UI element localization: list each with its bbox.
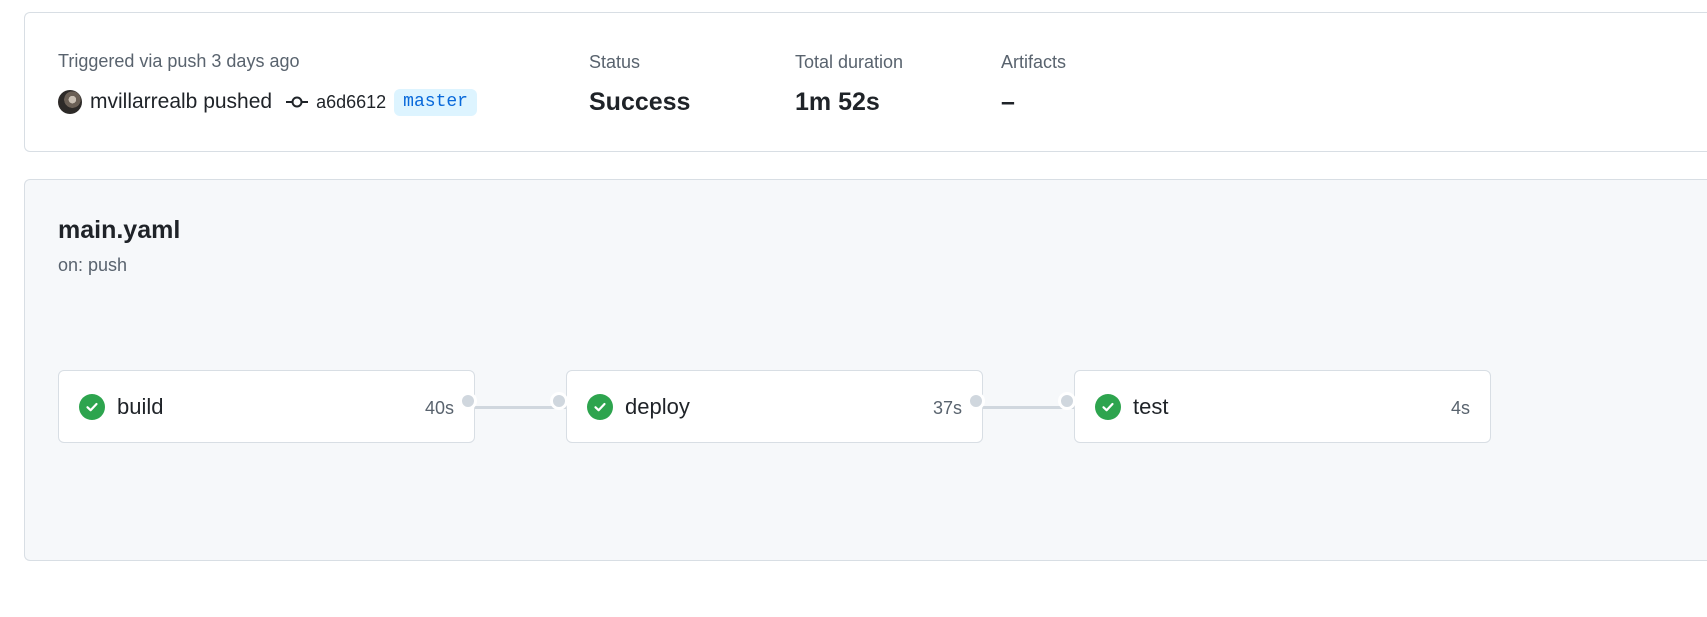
duration-value: 1m 52s [795, 88, 880, 116]
artifacts-value: – [1001, 88, 1015, 116]
workflow-trigger: on: push [58, 255, 128, 275]
duration-section: Total duration 1m 52s [795, 51, 903, 117]
artifacts-label: Artifacts [1001, 52, 1067, 72]
duration-label: Total duration [795, 52, 904, 72]
check-circle-icon [1095, 394, 1121, 420]
artifacts-section: Artifacts – [1001, 51, 1066, 117]
run-summary-panel: Triggered via push 3 days ago mvillarrea… [24, 12, 1707, 152]
commit-sha-link[interactable]: a6d6612 [316, 92, 386, 113]
check-circle-icon [79, 394, 105, 420]
status-value: Success [589, 88, 691, 116]
avatar[interactable] [58, 90, 82, 114]
job-output-port [459, 392, 477, 410]
job-name: test [1133, 394, 1169, 419]
job-input-port [550, 392, 568, 410]
job-duration: 37s [932, 398, 962, 418]
job-name: deploy [625, 394, 690, 419]
trigger-details: mvillarrealb pushed a6d6612 master [58, 87, 477, 117]
check-circle-icon [587, 394, 613, 420]
job-card-build[interactable]: build 40s [58, 370, 475, 443]
status-label: Status [589, 52, 641, 72]
job-duration: 4s [1450, 398, 1470, 418]
job-card-deploy[interactable]: deploy 37s [566, 370, 983, 443]
branch-badge[interactable]: master [394, 88, 477, 116]
workflow-file-name[interactable]: main.yaml [58, 216, 180, 245]
git-commit-icon [286, 96, 309, 108]
job-name: build [117, 394, 164, 419]
workflow-graph-panel: main.yaml on: push build 40s deploy 37s … [24, 179, 1707, 561]
job-duration: 40s [424, 398, 454, 418]
job-card-test[interactable]: test 4s [1074, 370, 1491, 443]
job-input-port [1058, 392, 1076, 410]
status-section: Status Success [589, 51, 690, 117]
job-output-port [967, 392, 985, 410]
actor-link[interactable]: mvillarrealb pushed [90, 90, 272, 114]
trigger-label: Triggered via push 3 days ago [58, 51, 300, 71]
